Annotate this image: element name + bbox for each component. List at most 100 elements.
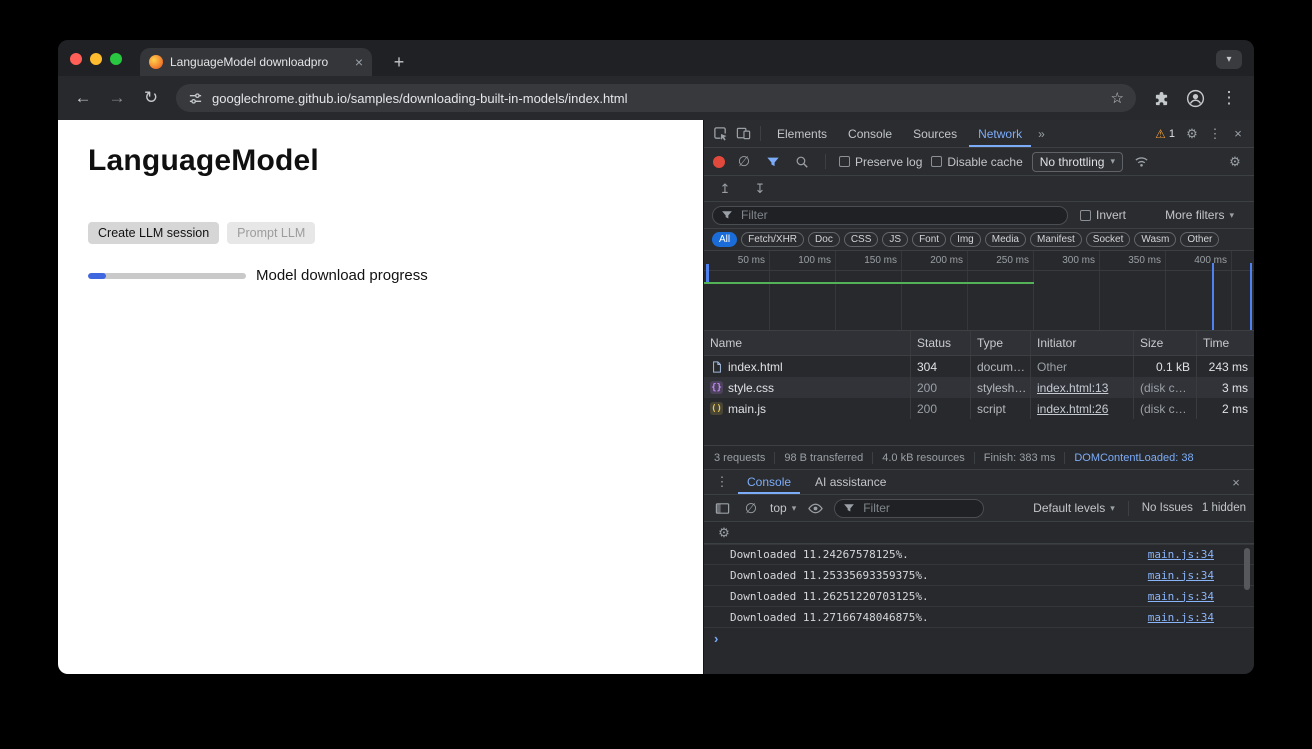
console-message-source-link[interactable]: main.js:34 bbox=[1148, 611, 1214, 624]
create-llm-session-button[interactable]: Create LLM session bbox=[88, 222, 219, 244]
hidden-messages-count[interactable]: 1 hidden bbox=[1202, 502, 1246, 514]
column-initiator[interactable]: Initiator bbox=[1031, 331, 1134, 355]
search-icon[interactable] bbox=[792, 152, 812, 172]
filter-icon[interactable] bbox=[763, 152, 783, 172]
device-toolbar-icon[interactable] bbox=[733, 124, 753, 144]
chip-manifest[interactable]: Manifest bbox=[1030, 232, 1082, 247]
request-type-chips: All Fetch/XHR Doc CSS JS Font Img Media … bbox=[704, 229, 1254, 251]
network-settings-gear-icon[interactable]: ⚙ bbox=[1225, 152, 1245, 172]
console-prompt[interactable]: › bbox=[704, 628, 1254, 648]
browser-menu-button[interactable]: ⋮ bbox=[1214, 83, 1244, 113]
console-filter-field[interactable] bbox=[861, 500, 975, 516]
tab-sources[interactable]: Sources bbox=[904, 120, 966, 147]
column-type[interactable]: Type bbox=[971, 331, 1031, 355]
chip-doc[interactable]: Doc bbox=[808, 232, 840, 247]
devtools-close-icon[interactable]: × bbox=[1228, 124, 1248, 144]
issues-warning[interactable]: ⚠ 1 bbox=[1151, 127, 1179, 141]
profile-avatar[interactable] bbox=[1180, 83, 1210, 113]
prompt-llm-button[interactable]: Prompt LLM bbox=[227, 222, 315, 244]
tab-search-button[interactable]: ▾ bbox=[1216, 50, 1242, 69]
new-tab-button[interactable]: + bbox=[386, 49, 412, 75]
zoom-window-button[interactable] bbox=[110, 53, 122, 65]
chip-all[interactable]: All bbox=[712, 232, 737, 247]
network-request-row[interactable]: index.html 304 docum… Other 0.1 kB 243 m… bbox=[704, 356, 1254, 377]
column-size[interactable]: Size bbox=[1134, 331, 1197, 355]
drawer-tab-ai-assistance[interactable]: AI assistance bbox=[806, 470, 895, 494]
column-status[interactable]: Status bbox=[911, 331, 971, 355]
drawer-tab-console[interactable]: Console bbox=[738, 470, 800, 494]
more-tabs-button[interactable]: » bbox=[1034, 127, 1049, 141]
chip-wasm[interactable]: Wasm bbox=[1134, 232, 1176, 247]
chip-js[interactable]: JS bbox=[882, 232, 908, 247]
record-network-log-button[interactable] bbox=[713, 156, 725, 168]
browser-tab[interactable]: LanguageModel downloadpro × bbox=[140, 48, 372, 76]
console-message: Downloaded 11.26251220703125%. main.js:3… bbox=[704, 586, 1254, 607]
initiator-link[interactable]: index.html:26 bbox=[1037, 402, 1108, 416]
chip-fetch-xhr[interactable]: Fetch/XHR bbox=[741, 232, 804, 247]
back-button[interactable]: ← bbox=[68, 83, 98, 113]
timeline-tick: 400 ms bbox=[1166, 251, 1232, 270]
chip-font[interactable]: Font bbox=[912, 232, 946, 247]
network-filter-input[interactable] bbox=[712, 206, 1068, 225]
inspect-element-icon[interactable] bbox=[710, 124, 730, 144]
request-size: (disk c… bbox=[1134, 398, 1197, 419]
settings-gear-icon[interactable]: ⚙ bbox=[1182, 124, 1202, 144]
chip-socket[interactable]: Socket bbox=[1086, 232, 1131, 247]
forward-button[interactable]: → bbox=[102, 83, 132, 113]
request-table-header: Name Status Type Initiator Size Time bbox=[704, 331, 1254, 356]
checkbox-label: Disable cache bbox=[947, 155, 1022, 169]
network-request-row[interactable]: style.css 200 stylesh… index.html:13 (di… bbox=[704, 377, 1254, 398]
bookmark-star-icon[interactable]: ☆ bbox=[1111, 89, 1124, 107]
disable-cache-checkbox[interactable]: Disable cache bbox=[931, 155, 1022, 169]
issues-status[interactable]: No Issues bbox=[1142, 502, 1193, 514]
tab-console[interactable]: Console bbox=[839, 120, 901, 147]
network-request-row[interactable]: main.js 200 script index.html:26 (disk c… bbox=[704, 398, 1254, 419]
throttling-select[interactable]: No throttling ▾ bbox=[1032, 152, 1123, 172]
console-message-source-link[interactable]: main.js:34 bbox=[1148, 590, 1214, 603]
chip-css[interactable]: CSS bbox=[844, 232, 879, 247]
console-settings-gear-icon[interactable]: ⚙ bbox=[714, 523, 734, 543]
drawer-menu-icon[interactable]: ⋮ bbox=[712, 472, 732, 492]
reload-button[interactable]: ↻ bbox=[136, 83, 166, 113]
column-time[interactable]: Time bbox=[1197, 331, 1254, 355]
address-bar[interactable]: googlechrome.github.io/samples/downloadi… bbox=[176, 84, 1136, 112]
context-selector-dropdown[interactable]: top ▾ bbox=[770, 501, 796, 515]
invert-checkbox[interactable]: Invert bbox=[1080, 208, 1126, 222]
clear-console-icon[interactable]: ∅ bbox=[741, 498, 761, 518]
tab-elements[interactable]: Elements bbox=[768, 120, 836, 147]
document-file-icon bbox=[710, 360, 723, 373]
import-har-icon[interactable]: ↥ bbox=[715, 179, 735, 199]
column-name[interactable]: Name bbox=[704, 331, 911, 355]
network-filter-row: Invert More filters ▾ bbox=[704, 202, 1254, 229]
devtools-menu-icon[interactable]: ⋮ bbox=[1205, 124, 1225, 144]
live-expression-eye-icon[interactable] bbox=[805, 498, 825, 518]
tab-close-icon[interactable]: × bbox=[355, 55, 363, 69]
chip-other[interactable]: Other bbox=[1180, 232, 1219, 247]
console-sidebar-icon[interactable] bbox=[712, 498, 732, 518]
extensions-icon[interactable] bbox=[1146, 83, 1176, 113]
console-messages: Downloaded 11.24267578125%. main.js:34 D… bbox=[704, 544, 1254, 628]
more-filters-dropdown[interactable]: More filters ▾ bbox=[1165, 208, 1234, 222]
console-filter-input[interactable] bbox=[834, 499, 984, 518]
request-initiator-cell: index.html:13 bbox=[1031, 377, 1134, 398]
tab-network[interactable]: Network bbox=[969, 120, 1031, 147]
site-info-icon[interactable] bbox=[188, 91, 203, 106]
chip-img[interactable]: Img bbox=[950, 232, 981, 247]
initiator-link[interactable]: index.html:13 bbox=[1037, 381, 1108, 395]
console-scrollbar[interactable] bbox=[1244, 548, 1250, 590]
chip-media[interactable]: Media bbox=[985, 232, 1026, 247]
network-overview-timeline[interactable]: 50 ms 100 ms 150 ms 200 ms 250 ms 300 ms… bbox=[704, 251, 1254, 331]
export-har-icon[interactable]: ↧ bbox=[750, 179, 770, 199]
preserve-log-checkbox[interactable]: Preserve log bbox=[839, 155, 922, 169]
minimize-window-button[interactable] bbox=[90, 53, 102, 65]
network-conditions-icon[interactable] bbox=[1132, 152, 1152, 172]
log-levels-dropdown[interactable]: Default levels ▾ bbox=[1033, 501, 1115, 515]
request-time: 3 ms bbox=[1197, 377, 1254, 398]
console-message-source-link[interactable]: main.js:34 bbox=[1148, 569, 1214, 582]
close-window-button[interactable] bbox=[70, 53, 82, 65]
drawer-close-icon[interactable]: × bbox=[1226, 472, 1246, 492]
clear-network-log-icon[interactable]: ∅ bbox=[734, 152, 754, 172]
console-message-source-link[interactable]: main.js:34 bbox=[1148, 548, 1214, 561]
summary-requests: 3 requests bbox=[714, 452, 775, 464]
filter-text-field[interactable] bbox=[739, 207, 1059, 223]
